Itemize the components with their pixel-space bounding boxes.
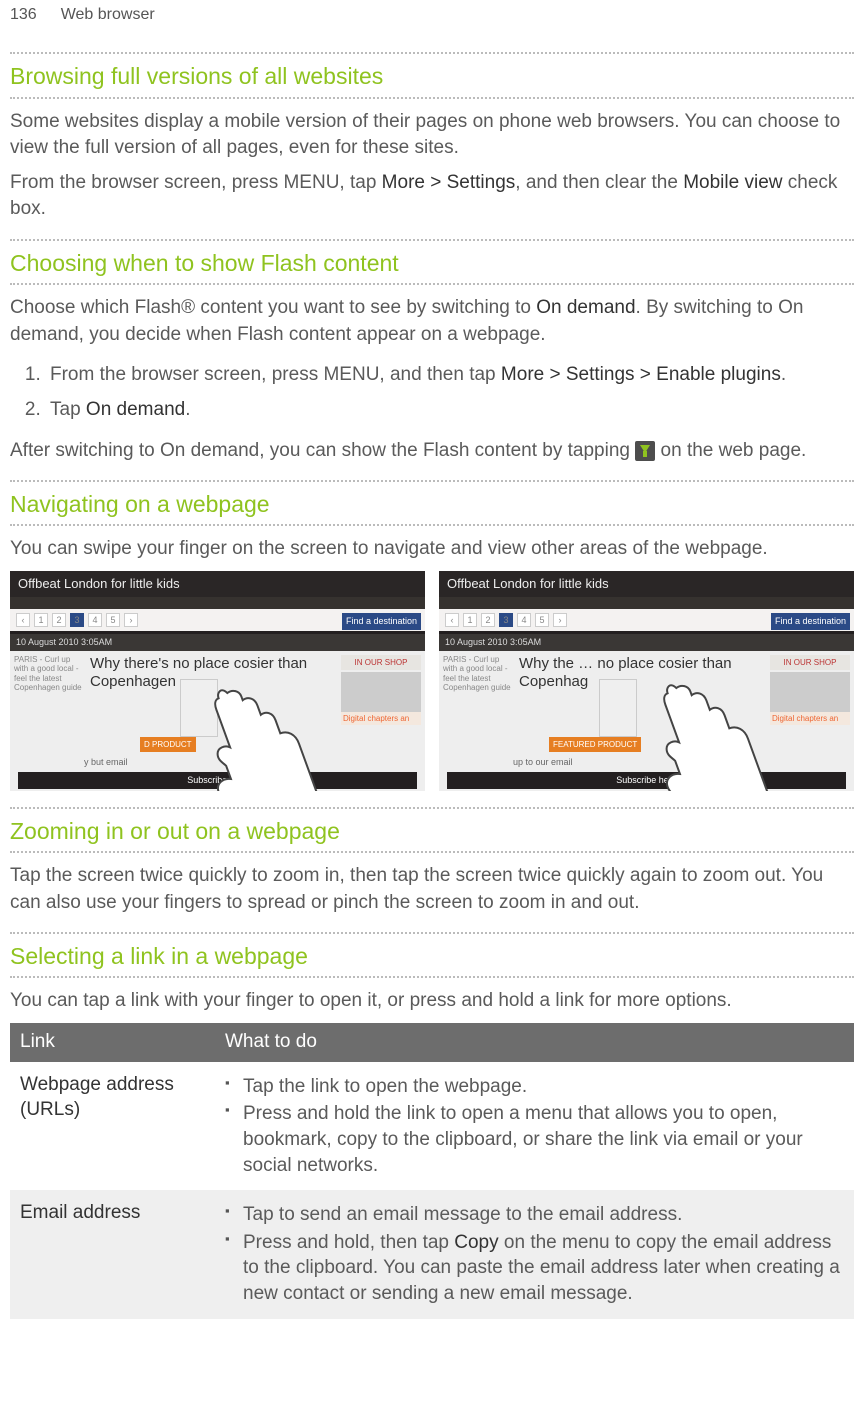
table-row: Email address Tap to send an email messa… [10,1190,854,1319]
th-link: Link [10,1023,215,1062]
cell-actions: Tap to send an email message to the emai… [215,1190,854,1319]
list-item: Tap to send an email message to the emai… [225,1202,844,1228]
shot-chapters: Digital chapters an [770,712,850,725]
para: Some websites display a mobile version o… [10,109,854,162]
para: From the browser screen, press MENU, tap… [10,170,854,223]
para: Tap the screen twice quickly to zoom in,… [10,863,854,916]
shot-left-blurb: PARIS - Curl up with a good local - feel… [14,655,84,725]
table-row: Webpage address (URLs) Tap the link to o… [10,1062,854,1191]
cell-link-type: Email address [10,1190,215,1319]
para: You can tap a link with your finger to o… [10,988,854,1015]
cell-link-type: Webpage address (URLs) [10,1062,215,1191]
screenshot-right: Offbeat London for little kids ‹12345› F… [439,571,854,791]
para-after-steps: After switching to On demand, you can sh… [10,438,854,465]
shot-dest: Find a destination [771,613,850,630]
th-what: What to do [215,1023,854,1062]
page-header: 136 Web browser [10,0,854,36]
heading-selecting-link: Selecting a link in a webpage [10,932,854,978]
step-item: From the browser screen, press MENU, and… [46,358,854,393]
shot-left-blurb: PARIS - Curl up with a good local - feel… [443,655,513,725]
download-arrow-icon [635,441,655,461]
screenshot-left: Offbeat London for little kids ‹12345› F… [10,571,425,791]
cell-actions: Tap the link to open the webpage. Press … [215,1062,854,1191]
shot-title: Offbeat London for little kids [439,571,854,597]
shot-title: Offbeat London for little kids [10,571,425,597]
shot-date: 10 August 2010 3:05AM [439,634,854,651]
page-number: 136 [10,4,37,26]
heading-zooming: Zooming in or out on a webpage [10,807,854,853]
list-item: Tap the link to open the webpage. [225,1074,844,1100]
section-name: Web browser [61,4,155,26]
shot-shop: IN OUR SHOP [341,655,421,670]
list-item: Press and hold the link to open a menu t… [225,1101,844,1178]
link-table: Link What to do Webpage address (URLs) T… [10,1023,854,1319]
screenshots-row: Offbeat London for little kids ‹12345› F… [10,571,854,791]
table-header-row: Link What to do [10,1023,854,1062]
shot-shop: IN OUR SHOP [770,655,850,670]
steps-list: From the browser screen, press MENU, and… [38,358,854,427]
shot-product: FEATURED PRODUCT [549,737,641,752]
list-item: Press and hold, then tap Copy on the men… [225,1230,844,1307]
heading-browsing-full: Browsing full versions of all websites [10,52,854,98]
para: You can swipe your finger on the screen … [10,536,854,563]
step-item: Tap On demand. [46,393,854,428]
shot-chapters: Digital chapters an [341,712,421,725]
heading-flash: Choosing when to show Flash content [10,239,854,285]
para: Choose which Flash® content you want to … [10,295,854,348]
shot-dest: Find a destination [342,613,421,630]
shot-date: 10 August 2010 3:05AM [10,634,425,651]
heading-navigating: Navigating on a webpage [10,480,854,526]
